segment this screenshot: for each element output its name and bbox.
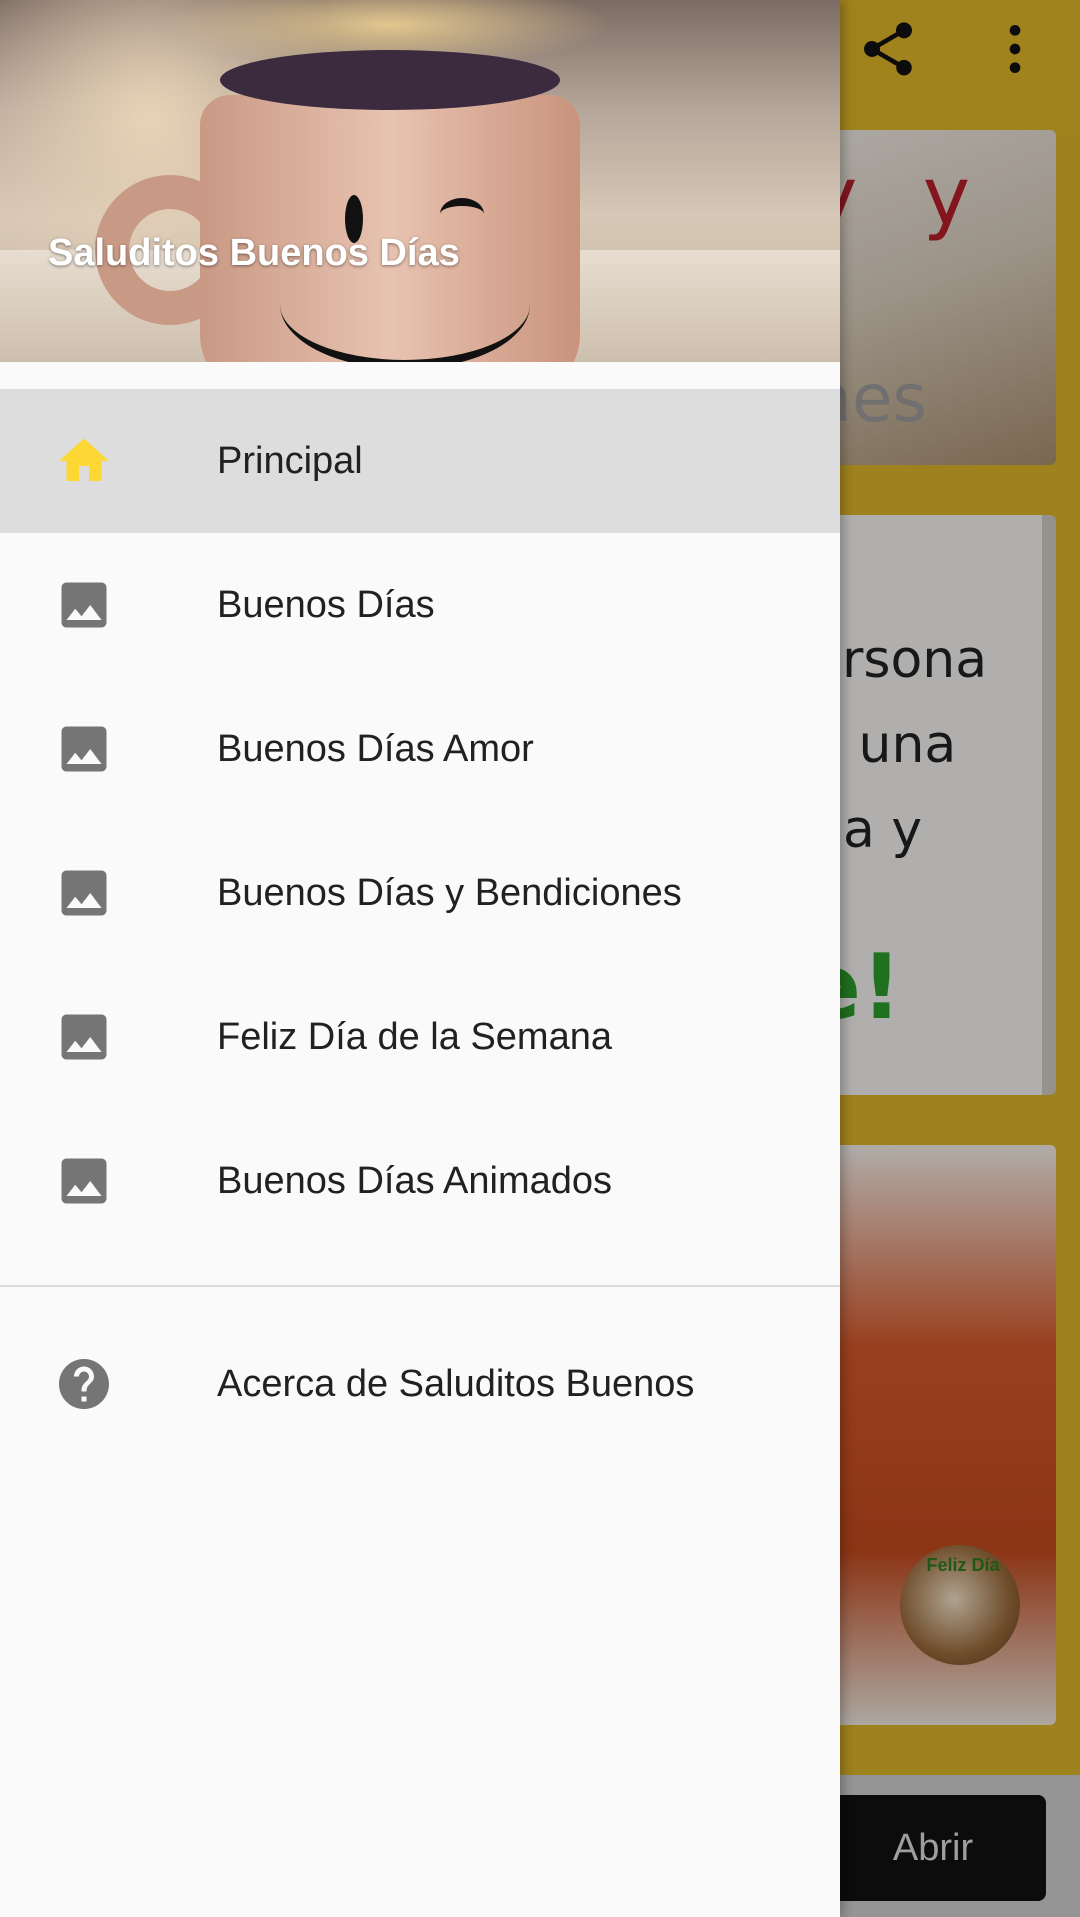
menu-item-label: Principal	[217, 439, 363, 482]
drawer-title: Saluditos Buenos Días	[48, 232, 460, 274]
menu-item-buenos-dias-animados[interactable]: Buenos Días Animados	[0, 1109, 840, 1253]
drawer-menu: Principal Buenos Días Buenos Días Amor B…	[0, 389, 840, 1449]
menu-item-principal[interactable]: Principal	[0, 389, 840, 533]
image-icon	[54, 863, 114, 923]
menu-divider	[0, 1285, 840, 1287]
image-icon	[54, 1007, 114, 1067]
menu-item-buenos-dias-bendiciones[interactable]: Buenos Días y Bendiciones	[0, 821, 840, 965]
image-icon	[54, 575, 114, 635]
drawer-header: Saluditos Buenos Días	[0, 0, 840, 362]
navigation-drawer: Saluditos Buenos Días Principal Buenos D…	[0, 0, 840, 1917]
menu-item-label: Acerca de Saluditos Buenos	[217, 1362, 695, 1405]
image-icon	[54, 719, 114, 779]
menu-item-buenos-dias-amor[interactable]: Buenos Días Amor	[0, 677, 840, 821]
menu-item-label: Buenos Días Amor	[217, 727, 534, 770]
menu-item-label: Buenos Días y Bendiciones	[217, 871, 682, 914]
menu-item-buenos-dias[interactable]: Buenos Días	[0, 533, 840, 677]
menu-item-acerca-de[interactable]: Acerca de Saluditos Buenos	[0, 1319, 840, 1449]
mug-wink	[440, 198, 484, 230]
menu-item-label: Buenos Días	[217, 583, 435, 626]
image-icon	[54, 1151, 114, 1211]
menu-item-label: Feliz Día de la Semana	[217, 1015, 612, 1058]
coffee-surface	[220, 50, 560, 110]
home-icon	[54, 431, 114, 491]
menu-item-label: Buenos Días Animados	[217, 1159, 613, 1202]
help-icon	[54, 1354, 114, 1414]
menu-item-feliz-dia-semana[interactable]: Feliz Día de la Semana	[0, 965, 840, 1109]
